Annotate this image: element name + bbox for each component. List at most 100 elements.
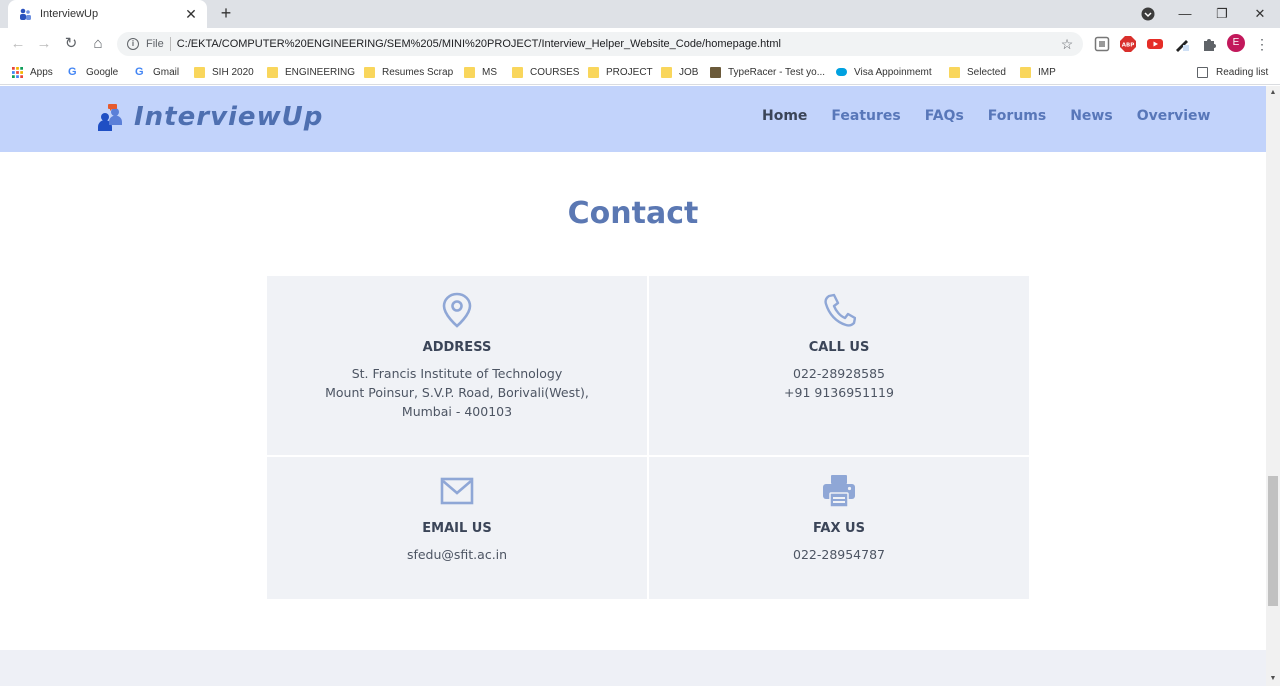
email-title: EMAIL US (422, 521, 492, 536)
tab-close-icon[interactable]: ✕ (183, 6, 199, 23)
back-button[interactable]: ← (8, 34, 28, 54)
email-card: EMAIL US sfedu@sfit.ac.in (267, 457, 647, 599)
omnibox-divider (169, 37, 171, 51)
bookmark-label: TypeRacer - Test yo... (728, 66, 826, 78)
bookmark-typeracer[interactable]: TypeRacer - Test yo... (710, 64, 825, 80)
bookmark-folder-resumes-scrap[interactable]: Resumes Scrap (364, 64, 453, 80)
map-pin-icon (442, 292, 472, 328)
address-title: ADDRESS (422, 340, 492, 355)
phone-number[interactable]: +91 9136951119 (784, 385, 894, 401)
tab-title: InterviewUp (40, 8, 99, 20)
bookmark-label: SIH 2020 (212, 66, 254, 78)
folder-icon (949, 66, 960, 78)
fax-number: 022-28954787 (793, 547, 885, 562)
svg-text:ABP: ABP (1122, 43, 1134, 49)
call-title: CALL US (808, 340, 870, 355)
printer-icon (823, 475, 855, 508)
address-line: Mount Poinsur, S.V.P. Road, Borivali(Wes… (325, 385, 589, 400)
bookmark-folder-sih-2020[interactable]: SIH 2020 (194, 64, 254, 80)
bookmark-folder-project[interactable]: PROJECT (588, 64, 653, 80)
bookmark-label: Apps (30, 66, 53, 78)
address-bar[interactable]: i File C:/EKTA/COMPUTER%20ENGINEERING/SE… (117, 32, 1083, 56)
address-line: St. Francis Institute of Technology (351, 366, 563, 381)
fax-title: FAX US (813, 521, 865, 536)
site-info-icon[interactable]: i (127, 38, 139, 50)
nav-forums[interactable]: Forums (988, 108, 1046, 124)
browser-menu-icon[interactable]: ⋮ (1254, 34, 1270, 54)
bookmark-folder-imp[interactable]: IMP (1020, 64, 1056, 80)
reading-list-button[interactable]: Reading list (1197, 64, 1268, 80)
folder-icon (267, 66, 278, 78)
home-button[interactable]: ⌂ (88, 34, 108, 54)
nav-home[interactable]: Home (762, 108, 807, 124)
bookmark-folder-job[interactable]: JOB (661, 64, 698, 80)
restore-button[interactable]: ❐ (1212, 4, 1232, 24)
email-address[interactable]: sfedu@sfit.ac.in (407, 547, 507, 563)
bookmark-apps[interactable]: Apps (12, 64, 53, 80)
envelope-icon (440, 477, 474, 505)
address-card: ADDRESS St. Francis Institute of Technol… (267, 276, 647, 455)
minimize-button[interactable]: — (1175, 4, 1195, 24)
youtube-extension-icon[interactable] (1147, 36, 1163, 52)
phone-icon (824, 293, 856, 327)
site-header: InterviewUp Home Features FAQs Forums Ne… (0, 86, 1266, 152)
reading-list-icon (1197, 66, 1208, 78)
forward-button[interactable]: → (34, 34, 54, 54)
bookmark-google[interactable]: G Google (68, 64, 118, 80)
bookmark-label: Gmail (153, 66, 180, 78)
reload-button[interactable]: ↻ (61, 34, 81, 54)
scroll-up-arrow-icon[interactable]: ▲ (1266, 86, 1280, 100)
bookmark-label: Visa Appoinmemt (854, 66, 932, 78)
bookmark-visa-appoinmemt[interactable]: Visa Appoinmemt (836, 64, 932, 80)
bookmark-label: Google (86, 66, 119, 78)
typeracer-icon (710, 66, 721, 78)
folder-icon (1020, 66, 1031, 78)
nav-faqs[interactable]: FAQs (925, 108, 964, 124)
bookmark-label: MS (482, 66, 497, 78)
main-nav: Home Features FAQs Forums News Overview (750, 108, 1222, 124)
section-title: Contact (567, 196, 699, 231)
url-text[interactable]: C:/EKTA/COMPUTER%20ENGINEERING/SEM%205/M… (177, 38, 1057, 50)
browser-toolbar: ← → ↻ ⌂ i File C:/EKTA/COMPUTER%20ENGINE… (0, 28, 1280, 60)
bookmark-folder-selected[interactable]: Selected (949, 64, 1006, 80)
site-favicon-icon (20, 8, 31, 20)
phone-number[interactable]: 022-28928585 (793, 366, 885, 382)
bookmark-folder-engineering[interactable]: ENGINEERING (267, 64, 355, 80)
bookmark-folder-ms[interactable]: MS (464, 64, 497, 80)
browser-tab[interactable]: InterviewUp ✕ (8, 0, 207, 28)
extensions-puzzle-icon[interactable] (1201, 36, 1217, 52)
apps-grid-icon (12, 66, 23, 78)
bookmark-label: IMP (1038, 66, 1056, 78)
adblock-icon[interactable]: ABP (1120, 36, 1136, 52)
nav-features[interactable]: Features (831, 108, 900, 124)
folder-icon (661, 66, 672, 78)
page-scrollbar[interactable]: ▲ ▼ (1266, 86, 1280, 686)
new-tab-button[interactable]: + (216, 3, 236, 23)
bookmark-star-icon[interactable]: ☆ (1057, 36, 1077, 53)
scrollbar-thumb[interactable] (1268, 476, 1278, 606)
address-line: Mumbai - 400103 (401, 404, 513, 419)
reading-list-label: Reading list (1216, 66, 1269, 78)
pen-extension-icon[interactable] (1174, 36, 1190, 52)
tab-strip: InterviewUp ✕ + — ❐ ✕ (0, 0, 1280, 28)
users-logo-icon (98, 104, 122, 131)
nav-news[interactable]: News (1070, 108, 1112, 124)
google-icon: G (68, 65, 77, 78)
profile-avatar[interactable]: E (1227, 34, 1245, 52)
site-logo[interactable]: InterviewUp (96, 102, 323, 132)
bookmark-label: COURSES (530, 66, 580, 78)
bookmarks-bar: Apps G Google G Gmail SIH 2020 ENGINEERI… (0, 60, 1280, 85)
extension-square-icon[interactable] (1094, 36, 1110, 52)
bookmark-gmail[interactable]: G Gmail (135, 64, 179, 80)
tab-search-icon[interactable] (1141, 7, 1155, 21)
close-window-button[interactable]: ✕ (1250, 4, 1270, 24)
bookmark-label: Resumes Scrap (382, 66, 454, 78)
fax-card: FAX US 022-28954787 (649, 457, 1029, 599)
scroll-down-arrow-icon[interactable]: ▼ (1266, 672, 1280, 686)
nav-overview[interactable]: Overview (1137, 108, 1211, 124)
folder-icon (364, 66, 375, 78)
bookmark-folder-courses[interactable]: COURSES (512, 64, 579, 80)
bookmark-label: ENGINEERING (285, 66, 356, 78)
logo-text: InterviewUp (134, 102, 324, 132)
call-card: CALL US 022-28928585 +91 9136951119 (649, 276, 1029, 455)
